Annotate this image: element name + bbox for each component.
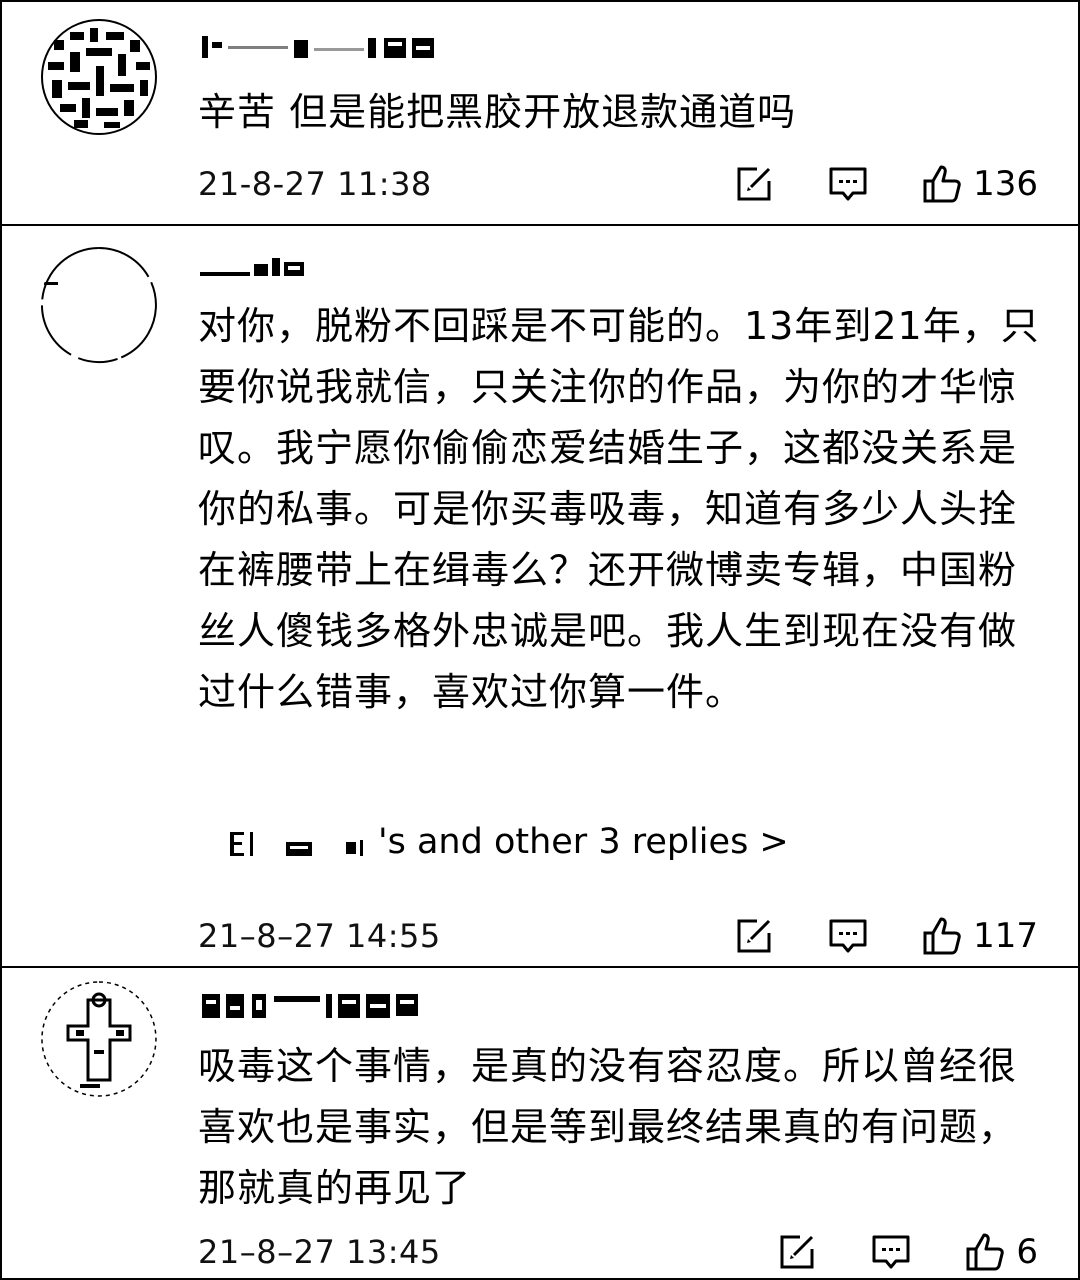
- comment-item: 辛苦 但是能把黑胶开放退款通道吗 21-8-27 11:38 136: [0, 0, 1080, 226]
- comment-meta: 21-8-27 11:38 136: [198, 162, 1038, 206]
- username-redacted[interactable]: [198, 244, 458, 284]
- comment-text: 对你，脱粉不回踩是不可能的。13年到21年，只要你说我就信，只关注你的作品，为你…: [198, 304, 1040, 714]
- comment-icon[interactable]: [827, 163, 869, 205]
- comment-item: 对你，脱粉不回踩是不可能的。13年到21年，只要你说我就信，只关注你的作品，为你…: [0, 226, 1080, 968]
- edit-icon[interactable]: [776, 1231, 818, 1273]
- thumbs-up-icon[interactable]: [921, 163, 963, 205]
- user-avatar-icon[interactable]: [40, 980, 158, 1098]
- like-count: 117: [973, 916, 1038, 956]
- like-button[interactable]: 136: [921, 163, 1038, 205]
- like-button[interactable]: 117: [921, 915, 1038, 957]
- comment-actions: 6: [776, 1231, 1038, 1273]
- thumbs-up-icon[interactable]: [964, 1231, 1006, 1273]
- comment-meta: 21–8–27 13:45 6: [198, 1230, 1038, 1274]
- edit-icon[interactable]: [733, 915, 775, 957]
- like-button[interactable]: 6: [964, 1231, 1038, 1273]
- like-count: 6: [1016, 1232, 1038, 1272]
- thumbs-up-icon[interactable]: [921, 915, 963, 957]
- comment-text: 辛苦 但是能把黑胶开放退款通道吗: [198, 90, 797, 134]
- comment-text: 吸毒这个事情，是真的没有容忍度。所以曾经很喜欢也是事实，但是等到最终结果真的有问…: [198, 1044, 1018, 1210]
- comment-timestamp: 21–8–27 14:55: [198, 917, 441, 955]
- comment-icon[interactable]: [870, 1231, 912, 1273]
- comment-meta: 21–8–27 14:55 117: [198, 914, 1038, 958]
- user-avatar-icon[interactable]: [40, 18, 158, 136]
- edit-icon[interactable]: [733, 163, 775, 205]
- comment-timestamp: 21–8–27 13:45: [198, 1233, 441, 1271]
- username-redacted[interactable]: [198, 26, 458, 66]
- comment-actions: 136: [733, 163, 1038, 205]
- comment-actions: 117: [733, 915, 1038, 957]
- replies-label: 's and other 3 replies >: [378, 822, 789, 862]
- reply-author-redacted: [228, 828, 378, 858]
- user-avatar-icon[interactable]: [40, 246, 158, 364]
- comment-icon[interactable]: [827, 915, 869, 957]
- replies-link[interactable]: 's and other 3 replies >: [228, 820, 789, 864]
- username-redacted[interactable]: [198, 984, 458, 1024]
- like-count: 136: [973, 164, 1038, 204]
- comment-timestamp: 21-8-27 11:38: [198, 165, 432, 203]
- comment-item: 吸毒这个事情，是真的没有容忍度。所以曾经很喜欢也是事实，但是等到最终结果真的有问…: [0, 968, 1080, 1280]
